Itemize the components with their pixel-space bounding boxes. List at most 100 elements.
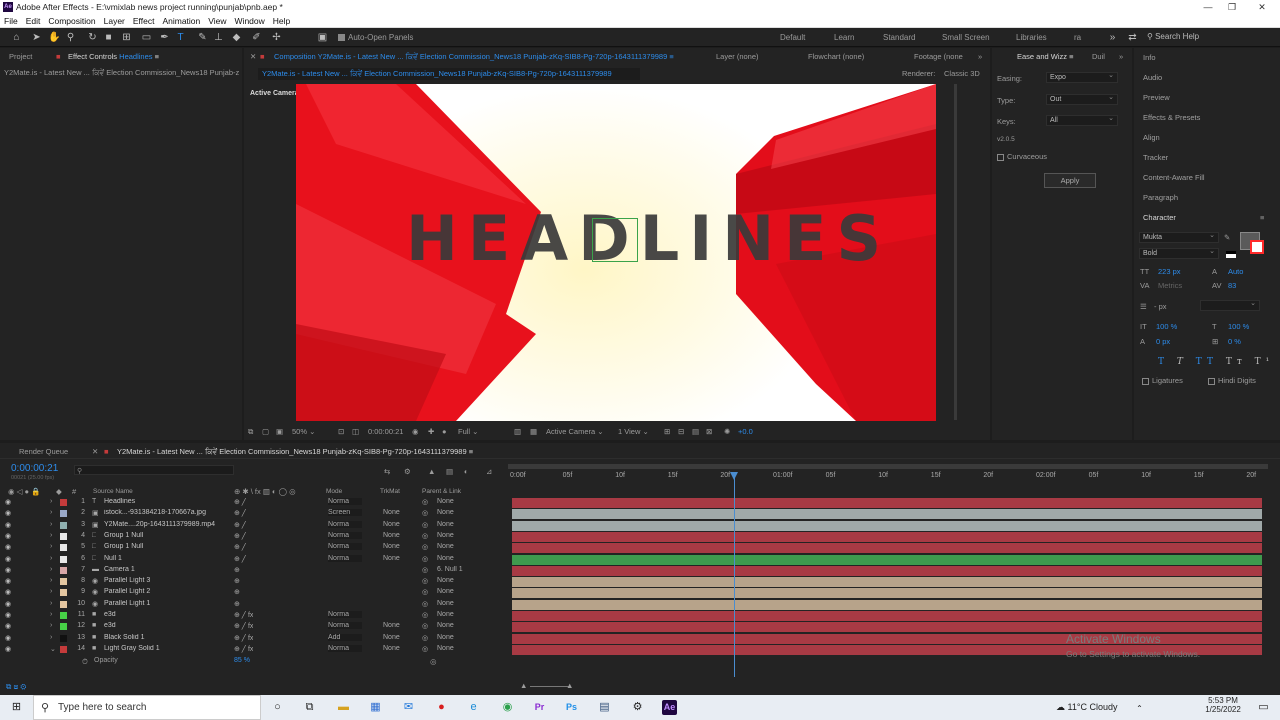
snapshot-icon[interactable]: ◉	[412, 427, 419, 436]
layer-label-color[interactable]	[60, 578, 67, 586]
layer-name[interactable]: Parallel Light 3	[104, 577, 230, 584]
layer-duration-bar[interactable]	[512, 543, 1262, 554]
expand-twirl-icon[interactable]: ›	[50, 521, 52, 528]
layer-switches[interactable]: ⊕	[234, 588, 240, 596]
layer-parent-select[interactable]: 6. Null 1	[437, 566, 489, 573]
maximize-button[interactable]: ❐	[1220, 0, 1244, 15]
workspace-standard[interactable]: Standard	[883, 33, 915, 42]
fit-icon[interactable]: ⊡	[338, 427, 344, 436]
stroke-type-select[interactable]	[1200, 299, 1260, 311]
current-time[interactable]: 0:00:00:21	[368, 427, 403, 436]
visibility-eye-icon[interactable]: ◉	[5, 645, 11, 653]
pan-behind-tool-icon[interactable]: ⊞	[120, 31, 133, 44]
layer-duration-bar[interactable]	[512, 531, 1262, 542]
layer-label-color[interactable]	[60, 634, 67, 642]
tab-flowchart[interactable]: Flowchart (none)	[808, 52, 864, 61]
layer-mode-select[interactable]: Norma	[328, 543, 362, 551]
parent-link-header[interactable]: Parent & Link	[422, 488, 461, 495]
visibility-eye-icon[interactable]: ◉	[5, 600, 11, 608]
layer-trkmat-select[interactable]: None	[383, 622, 413, 629]
grid-icon[interactable]: ▢	[262, 427, 269, 436]
tab-ease-and-wizz[interactable]: Ease and Wizz ≡	[1017, 52, 1074, 61]
layer-row[interactable]: ◉ › 6 □ Null 1 ⊕ ╱ Norma None ◎ None	[0, 554, 1280, 565]
easing-select[interactable]: Expo	[1046, 71, 1118, 83]
expand-twirl-icon[interactable]: ›	[50, 622, 52, 629]
toggle-pixel-icon[interactable]: ⊞	[664, 427, 670, 436]
visibility-eye-icon[interactable]: ◉	[5, 622, 11, 630]
menu-effect[interactable]: Effect	[129, 15, 159, 26]
layer-label-color[interactable]	[60, 555, 67, 563]
menu-composition[interactable]: Composition	[44, 15, 99, 26]
text-style-buttons[interactable]: T T TT Tт T¹ T₁	[1158, 357, 1280, 367]
tracking-value[interactable]: 83	[1228, 281, 1236, 290]
layer-label-color[interactable]	[60, 499, 67, 506]
zoom-in-icon[interactable]: ▲	[566, 681, 573, 690]
layer-trkmat-select[interactable]: None	[383, 543, 413, 550]
panel-tracker[interactable]: Tracker	[1143, 153, 1168, 162]
layer-trkmat-select[interactable]: None	[383, 509, 413, 516]
expand-twirl-icon[interactable]: ›	[50, 532, 52, 539]
parent-pickwhip-icon[interactable]: ◎	[422, 611, 428, 619]
parent-pickwhip-icon[interactable]: ◎	[422, 498, 428, 506]
layer-parent-select[interactable]: None	[437, 634, 489, 641]
timeline-zoom-slider[interactable]	[530, 686, 570, 687]
layer-duration-bar[interactable]	[512, 498, 1262, 508]
layer-duration-bar[interactable]	[512, 622, 1262, 633]
fast-preview-icon[interactable]: ⊟	[678, 427, 684, 436]
auto-open-panels-checkbox[interactable]: Auto-Open Panels	[338, 33, 413, 42]
layer-mode-select[interactable]: Norma	[328, 520, 362, 528]
layer-duration-bar[interactable]	[512, 599, 1262, 610]
show-channel-icon[interactable]: ✚	[428, 427, 434, 436]
parent-pickwhip-icon[interactable]: ◎	[422, 634, 428, 642]
tsume-value[interactable]: 0 %	[1228, 337, 1241, 346]
visibility-eye-icon[interactable]: ◉	[5, 634, 11, 642]
workspace-ra[interactable]: ra	[1074, 33, 1081, 42]
layer-parent-select[interactable]: None	[437, 543, 489, 550]
trkmat-header[interactable]: TrkMat	[380, 488, 400, 495]
tab-layer[interactable]: Layer (none)	[716, 52, 759, 61]
layer-switches[interactable]: ⊕ ╱	[234, 509, 246, 517]
zoom-out-icon[interactable]: ▲	[520, 681, 527, 690]
layer-trkmat-select[interactable]: None	[383, 634, 413, 641]
layer-name[interactable]: Group 1 Null	[104, 543, 230, 550]
layer-name[interactable]: Headlines	[104, 498, 230, 505]
layer-mode-select[interactable]: Norma	[328, 622, 362, 630]
workspace-overflow-icon[interactable]: »	[1106, 31, 1119, 44]
tab-timeline-comp[interactable]: Y2Mate.is - Latest New ... ਕਿਵੇਂ Electio…	[117, 447, 487, 457]
keys-select[interactable]: All	[1046, 114, 1118, 126]
type-tool-icon[interactable]: T	[174, 31, 187, 44]
layer-duration-bar[interactable]	[512, 554, 1262, 565]
panel-info[interactable]: Info	[1143, 53, 1156, 62]
expand-twirl-icon[interactable]: ⌄	[50, 645, 56, 653]
clone-stamp-tool-icon[interactable]: ⊥	[212, 31, 225, 44]
layer-switches[interactable]: ⊕ ╱	[234, 543, 246, 551]
workspace-learn[interactable]: Learn	[834, 33, 854, 42]
layer-name[interactable]: Group 1 Null	[104, 532, 230, 539]
layer-switches[interactable]: ⊕ ╱ fx	[234, 645, 253, 653]
system-tray-icons[interactable]: ⌃ ▭ ◂	[1132, 701, 1147, 720]
expand-twirl-icon[interactable]: ›	[50, 577, 52, 584]
mode-header[interactable]: Mode	[326, 488, 342, 495]
layer-duration-bar[interactable]	[512, 565, 1262, 576]
layer-trkmat-select[interactable]: None	[383, 645, 413, 652]
exposure-icon[interactable]: ✺	[724, 427, 730, 436]
photoshop-icon[interactable]: Ps	[564, 700, 579, 715]
layer-parent-select[interactable]: None	[437, 521, 489, 528]
parent-pickwhip-icon[interactable]: ◎	[422, 600, 428, 608]
layer-trkmat-select[interactable]: None	[383, 521, 413, 528]
cortana-icon[interactable]: ○	[270, 700, 285, 715]
layer-search-input[interactable]: ⚲	[74, 465, 234, 475]
layer-mode-select[interactable]: Norma	[328, 498, 362, 505]
menu-edit[interactable]: Edit	[22, 15, 45, 26]
layer-parent-select[interactable]: None	[437, 532, 489, 539]
layer-duration-bar[interactable]	[512, 520, 1262, 531]
layer-trkmat-select[interactable]: None	[383, 532, 413, 539]
tab-footage[interactable]: Footage (none	[914, 52, 963, 61]
layer-parent-select[interactable]: None	[437, 622, 489, 629]
premiere-icon[interactable]: Pr	[532, 700, 547, 715]
visibility-eye-icon[interactable]: ◉	[5, 566, 11, 574]
layer-name[interactable]: Parallel Light 2	[104, 588, 230, 595]
visibility-eye-icon[interactable]: ◉	[5, 555, 11, 563]
vertical-scale-value[interactable]: 100 %	[1156, 322, 1177, 331]
menu-view[interactable]: View	[204, 15, 230, 26]
